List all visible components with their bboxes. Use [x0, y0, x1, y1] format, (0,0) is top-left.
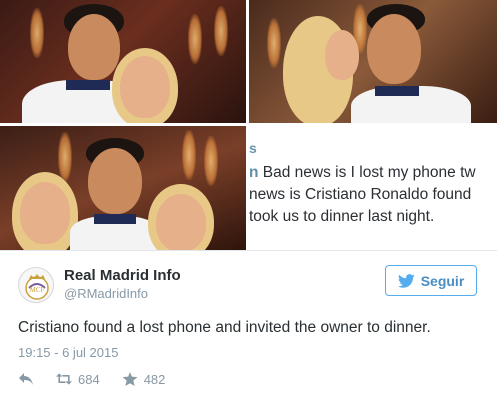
snippet-line-2: news is Cristiano Ronaldo found [249, 186, 472, 203]
favorite-button[interactable]: 482 [122, 371, 166, 387]
photo-selfie-1[interactable] [0, 0, 246, 123]
snippet-top-fragment: s [249, 140, 257, 156]
snippet-line-3: took us to dinner last night. [249, 208, 435, 225]
snippet-line-1: n Bad news is I lost my phone tw [249, 164, 476, 181]
photo-kiss[interactable] [249, 0, 497, 123]
author-name[interactable]: Real Madrid Info [64, 267, 181, 284]
favorite-count: 482 [143, 371, 166, 387]
star-icon [122, 372, 138, 386]
photo-tweet-screenshot[interactable]: s n Bad news is I lost my phone tw news … [249, 126, 497, 250]
retweet-button[interactable]: 684 [56, 372, 100, 387]
tweet-text: Cristiano found a lost phone and invited… [18, 319, 431, 336]
retweet-icon [56, 373, 72, 385]
follow-label: Seguir [420, 272, 465, 289]
photo-collage[interactable]: s n Bad news is I lost my phone tw news … [0, 0, 497, 250]
follow-button[interactable]: Seguir [385, 265, 477, 296]
tweet-screenshot-text: s n Bad news is I lost my phone tw news … [249, 126, 497, 250]
svg-text:MCF: MCF [30, 286, 45, 294]
avatar[interactable]: MCF [18, 267, 54, 303]
photo-group[interactable] [0, 126, 246, 250]
reply-button[interactable] [18, 372, 34, 386]
bird-icon [397, 273, 415, 288]
tweet-actions: 684 482 [18, 370, 187, 388]
retweet-count: 684 [78, 371, 100, 387]
author-handle[interactable]: @RMadridInfo [64, 286, 148, 301]
tweet-timestamp[interactable]: 19:15 - 6 jul 2015 [18, 345, 118, 360]
tweet-card: MCF Real Madrid Info @RMadridInfo Seguir… [0, 250, 497, 404]
real-madrid-crest-icon: MCF [25, 274, 49, 300]
reply-icon [19, 373, 33, 385]
